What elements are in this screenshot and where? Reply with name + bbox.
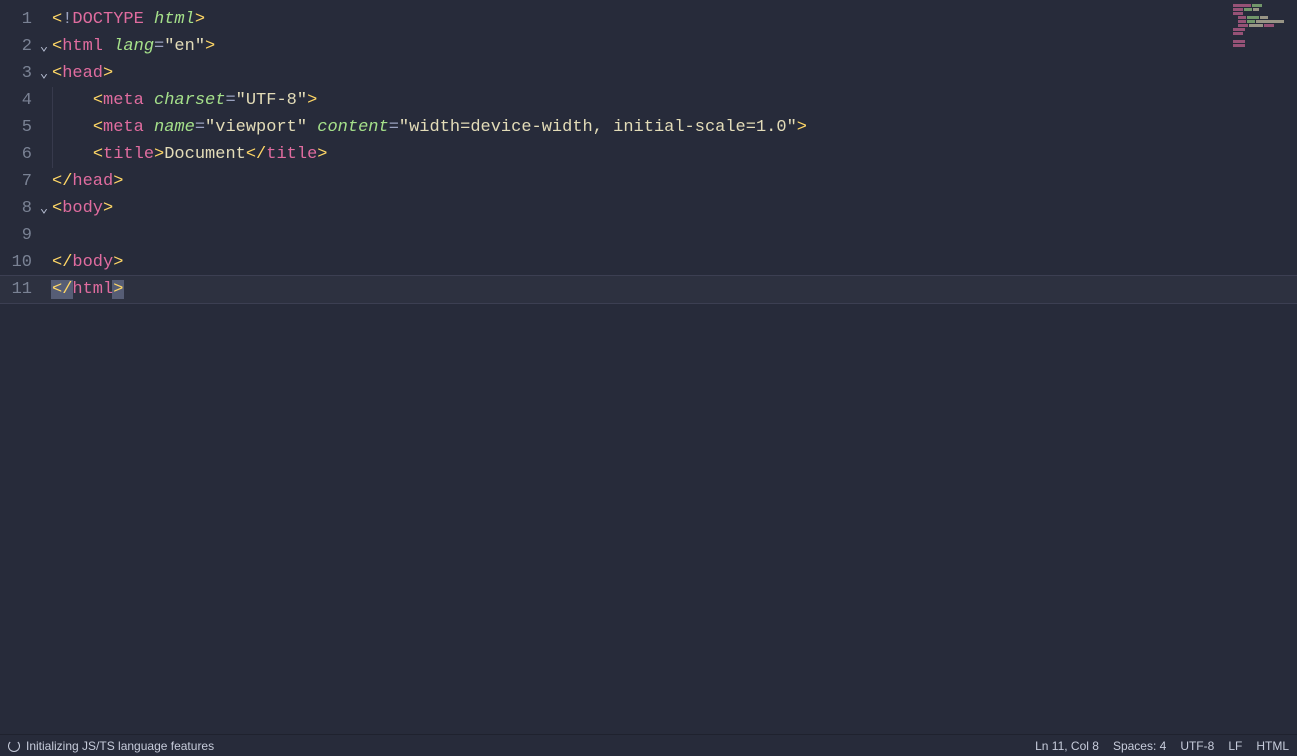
fold-gutter[interactable]: ⌄ xyxy=(36,60,52,88)
code-line[interactable]: 2 ⌄ <html lang="en"> xyxy=(0,33,1297,60)
code-content[interactable]: <html lang="en"> xyxy=(52,33,215,60)
code-content[interactable]: </head> xyxy=(52,168,123,195)
code-line[interactable]: 3 ⌄ <head> xyxy=(0,60,1297,87)
code-line[interactable]: 6 <title>Document</title> xyxy=(0,141,1297,168)
code-content[interactable] xyxy=(52,222,93,249)
status-language-init[interactable]: Initializing JS/TS language features xyxy=(26,739,214,753)
line-number: 8 xyxy=(0,195,36,222)
code-line[interactable]: 7 </head> xyxy=(0,168,1297,195)
line-number: 11 xyxy=(0,276,36,303)
code-content[interactable]: <head> xyxy=(52,60,113,87)
line-number: 7 xyxy=(0,168,36,195)
code-content[interactable]: </body> xyxy=(52,249,123,276)
fold-gutter[interactable]: ⌄ xyxy=(36,195,52,223)
status-bar: Initializing JS/TS language features Ln … xyxy=(0,734,1297,756)
code-line[interactable]: 8 ⌄ <body> xyxy=(0,195,1297,222)
status-indentation[interactable]: Spaces: 4 xyxy=(1113,739,1166,753)
code-line[interactable]: 10 </body> xyxy=(0,249,1297,276)
code-line[interactable]: 5 <meta name="viewport" content="width=d… xyxy=(0,114,1297,141)
line-number: 10 xyxy=(0,249,36,276)
code-line-current[interactable]: 11 </html> xyxy=(0,276,1297,303)
chevron-down-icon[interactable]: ⌄ xyxy=(40,34,48,61)
code-content[interactable]: <meta charset="UTF-8"> xyxy=(52,87,317,114)
line-number: 3 xyxy=(0,60,36,87)
line-number: 6 xyxy=(0,141,36,168)
bracket-match: </ xyxy=(51,280,73,299)
code-content[interactable]: </html> xyxy=(52,276,123,303)
status-encoding[interactable]: UTF-8 xyxy=(1180,739,1214,753)
status-language-mode[interactable]: HTML xyxy=(1256,739,1289,753)
code-editor: 1 <!DOCTYPE html> 2 ⌄ <html lang="en"> 3… xyxy=(0,0,1297,756)
code-content[interactable]: <body> xyxy=(52,195,113,222)
line-number: 9 xyxy=(0,222,36,249)
code-area[interactable]: 1 <!DOCTYPE html> 2 ⌄ <html lang="en"> 3… xyxy=(0,0,1297,734)
code-content[interactable]: <!DOCTYPE html> xyxy=(52,6,205,33)
code-content[interactable]: <title>Document</title> xyxy=(52,141,327,168)
line-number: 4 xyxy=(0,87,36,114)
code-line[interactable]: 4 <meta charset="UTF-8"> xyxy=(0,87,1297,114)
status-cursor-position[interactable]: Ln 11, Col 8 xyxy=(1035,739,1099,753)
bracket-match: > xyxy=(112,280,124,299)
line-number: 2 xyxy=(0,33,36,60)
fold-gutter[interactable]: ⌄ xyxy=(36,33,52,61)
minimap[interactable] xyxy=(1233,4,1293,44)
status-eol[interactable]: LF xyxy=(1228,739,1242,753)
chevron-down-icon[interactable]: ⌄ xyxy=(40,196,48,223)
line-number: 1 xyxy=(0,6,36,33)
line-number: 5 xyxy=(0,114,36,141)
code-line[interactable]: 1 <!DOCTYPE html> xyxy=(0,6,1297,33)
sync-icon[interactable] xyxy=(8,740,20,752)
chevron-down-icon[interactable]: ⌄ xyxy=(40,61,48,88)
code-line[interactable]: 9 xyxy=(0,222,1297,249)
code-content[interactable]: <meta name="viewport" content="width=dev… xyxy=(52,114,807,141)
